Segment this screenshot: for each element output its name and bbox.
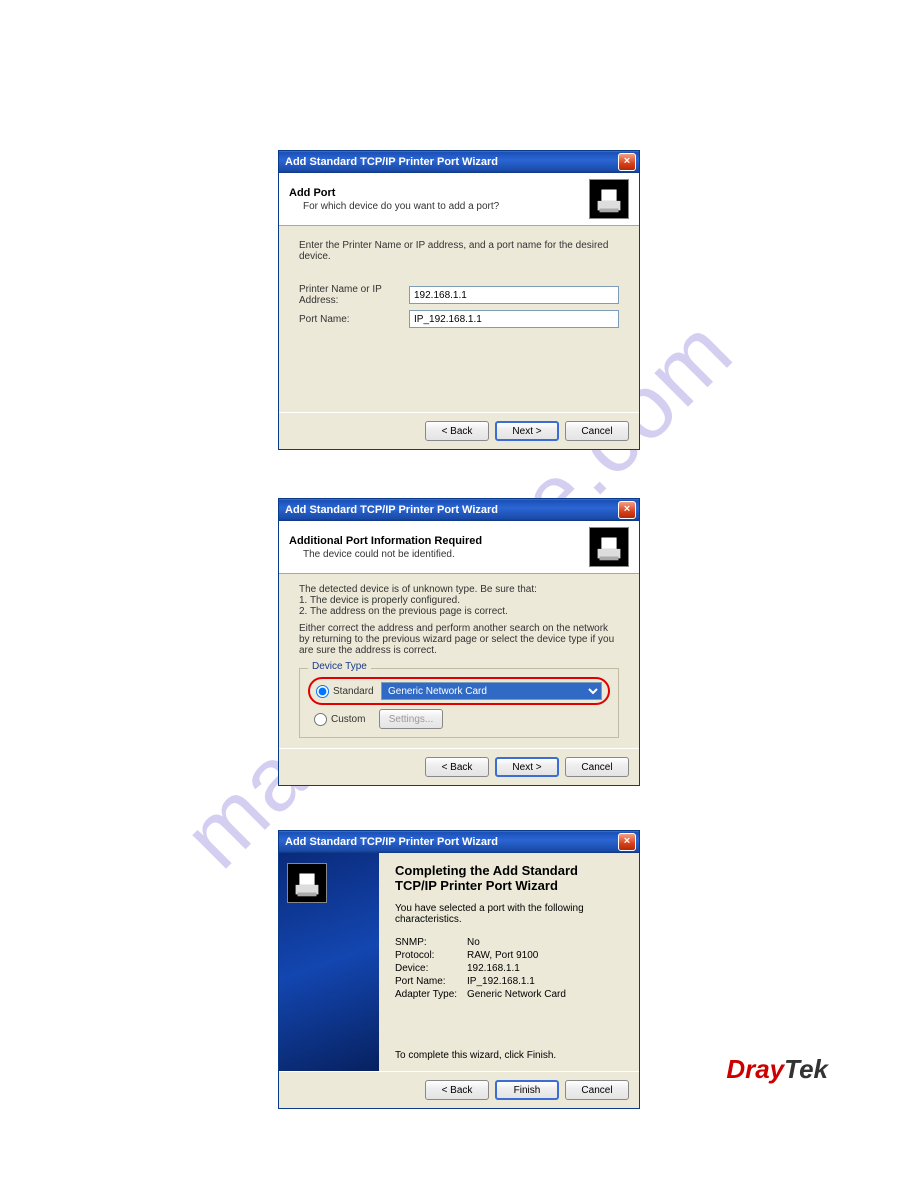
printer-icon [589, 179, 629, 219]
header-subtitle: The device could not be identified. [303, 549, 589, 560]
titlebar: Add Standard TCP/IP Printer Port Wizard … [279, 499, 639, 521]
snmp-value: No [467, 937, 480, 948]
next-button[interactable]: Next > [495, 757, 559, 777]
window-title: Add Standard TCP/IP Printer Port Wizard [285, 504, 498, 516]
adapter-label: Adapter Type: [395, 989, 467, 1000]
finish-button[interactable]: Finish [495, 1080, 559, 1100]
wizard-body: Completing the Add Standard TCP/IP Print… [279, 853, 639, 1071]
protocol-label: Protocol: [395, 950, 467, 961]
bullet-1: 1. The device is properly configured. [299, 595, 619, 606]
window-title: Add Standard TCP/IP Printer Port Wizard [285, 836, 498, 848]
brand-part-1: Dray [726, 1054, 784, 1084]
printer-name-label: Printer Name or IP Address: [299, 284, 409, 306]
highlight-oval: Standard Generic Network Card [308, 677, 610, 705]
standard-radio[interactable] [316, 685, 329, 698]
button-row: < Back Next > Cancel [279, 748, 639, 785]
device-type-group: Device Type Standard Generic Network Car… [299, 668, 619, 738]
wizard-body: The detected device is of unknown type. … [279, 574, 639, 748]
button-row: < Back Next > Cancel [279, 412, 639, 449]
standard-radio-label: Standard [333, 686, 381, 697]
next-button[interactable]: Next > [495, 421, 559, 441]
port-name-field[interactable] [409, 310, 619, 328]
wizard-sidebar [279, 853, 379, 1071]
close-icon[interactable]: × [618, 153, 636, 171]
close-icon[interactable]: × [618, 833, 636, 851]
completion-footer: To complete this wizard, click Finish. [395, 1050, 623, 1061]
portname-value: IP_192.168.1.1 [467, 976, 535, 987]
wizard-dialog-complete: Add Standard TCP/IP Printer Port Wizard … [278, 830, 640, 1109]
port-name-label: Port Name: [299, 314, 409, 325]
back-button[interactable]: < Back [425, 757, 489, 777]
back-button[interactable]: < Back [425, 1080, 489, 1100]
back-button[interactable]: < Back [425, 421, 489, 441]
portname-label: Port Name: [395, 976, 467, 987]
bullet-2: 2. The address on the previous page is c… [299, 606, 619, 617]
wizard-header: Additional Port Information Required The… [279, 521, 639, 574]
titlebar: Add Standard TCP/IP Printer Port Wizard … [279, 831, 639, 853]
wizard-body: Enter the Printer Name or IP address, an… [279, 226, 639, 412]
window-title: Add Standard TCP/IP Printer Port Wizard [285, 156, 498, 168]
printer-name-field[interactable] [409, 286, 619, 304]
detected-text: The detected device is of unknown type. … [299, 584, 619, 595]
header-subtitle: For which device do you want to add a po… [303, 201, 589, 212]
device-value: 192.168.1.1 [467, 963, 520, 974]
header-title: Add Port [289, 187, 589, 199]
brand-logo: DrayTek [726, 1054, 828, 1085]
completion-intro: You have selected a port with the follow… [395, 903, 623, 925]
completion-heading: Completing the Add Standard TCP/IP Print… [395, 863, 623, 893]
device-type-legend: Device Type [308, 661, 371, 672]
header-title: Additional Port Information Required [289, 535, 589, 547]
wizard-dialog-port-info: Add Standard TCP/IP Printer Port Wizard … [278, 498, 640, 786]
protocol-value: RAW, Port 9100 [467, 950, 538, 961]
brand-part-2: Tek [784, 1054, 828, 1084]
device-type-select[interactable]: Generic Network Card [381, 682, 602, 700]
snmp-label: SNMP: [395, 937, 467, 948]
cancel-button[interactable]: Cancel [565, 757, 629, 777]
printer-icon [589, 527, 629, 567]
printer-icon [287, 863, 327, 903]
button-row: < Back Finish Cancel [279, 1071, 639, 1108]
custom-radio[interactable] [314, 713, 327, 726]
custom-radio-label: Custom [331, 714, 379, 725]
instruction-text: Either correct the address and perform a… [299, 623, 619, 656]
close-icon[interactable]: × [618, 501, 636, 519]
wizard-dialog-add-port: Add Standard TCP/IP Printer Port Wizard … [278, 150, 640, 450]
instruction-text: Enter the Printer Name or IP address, an… [299, 240, 619, 262]
cancel-button[interactable]: Cancel [565, 421, 629, 441]
wizard-header: Add Port For which device do you want to… [279, 173, 639, 226]
device-label: Device: [395, 963, 467, 974]
cancel-button[interactable]: Cancel [565, 1080, 629, 1100]
adapter-value: Generic Network Card [467, 989, 566, 1000]
titlebar: Add Standard TCP/IP Printer Port Wizard … [279, 151, 639, 173]
settings-button: Settings... [379, 709, 443, 729]
